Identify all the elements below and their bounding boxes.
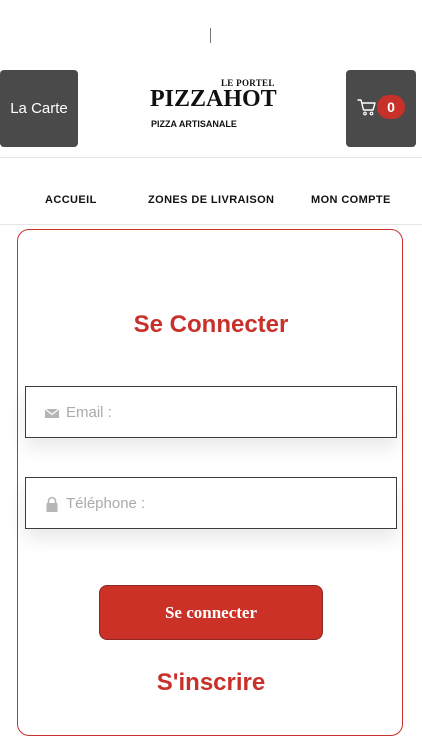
site-logo[interactable]: LE PORTEL PIZZAHOT PIZZA ARTISANALE (150, 76, 277, 140)
text-cursor (210, 28, 211, 43)
menu-button-label: La Carte (10, 100, 68, 117)
phone-field-container (25, 477, 397, 529)
email-field[interactable] (66, 387, 386, 437)
nav-item-mon-compte[interactable]: MON COMPTE (311, 194, 391, 206)
lock-icon (46, 496, 58, 512)
login-title: Se Connecter (133, 311, 289, 338)
phone-field[interactable] (66, 478, 386, 528)
login-submit-label: Se connecter (164, 602, 258, 622)
email-field-container (25, 386, 397, 438)
menu-button[interactable]: La Carte (0, 70, 78, 147)
login-submit-button[interactable]: Se connecter (99, 585, 323, 640)
register-link[interactable]: S'inscrire (18, 669, 404, 697)
logo-brand: PIZZAHOT (150, 86, 277, 112)
nav-item-accueil[interactable]: ACCUEIL (45, 194, 97, 206)
cart-icon (357, 99, 376, 116)
login-card: Se Connecter Se connecter S'inscrire (17, 229, 403, 736)
cart-button[interactable]: 0 (346, 70, 416, 147)
site-header: La Carte LE PORTEL PIZZAHOT PIZZA ARTISA… (0, 70, 422, 148)
cart-count-badge: 0 (377, 95, 405, 119)
envelope-icon (44, 408, 60, 418)
logo-tagline-bottom: PIZZA ARTISANALE (151, 119, 237, 129)
nav-divider (0, 224, 422, 225)
main-nav: ACCUEIL ZONES DE LIVRAISON MON COMPTE (0, 158, 422, 224)
nav-item-zones-de-livraison[interactable]: ZONES DE LIVRAISON (148, 194, 274, 206)
